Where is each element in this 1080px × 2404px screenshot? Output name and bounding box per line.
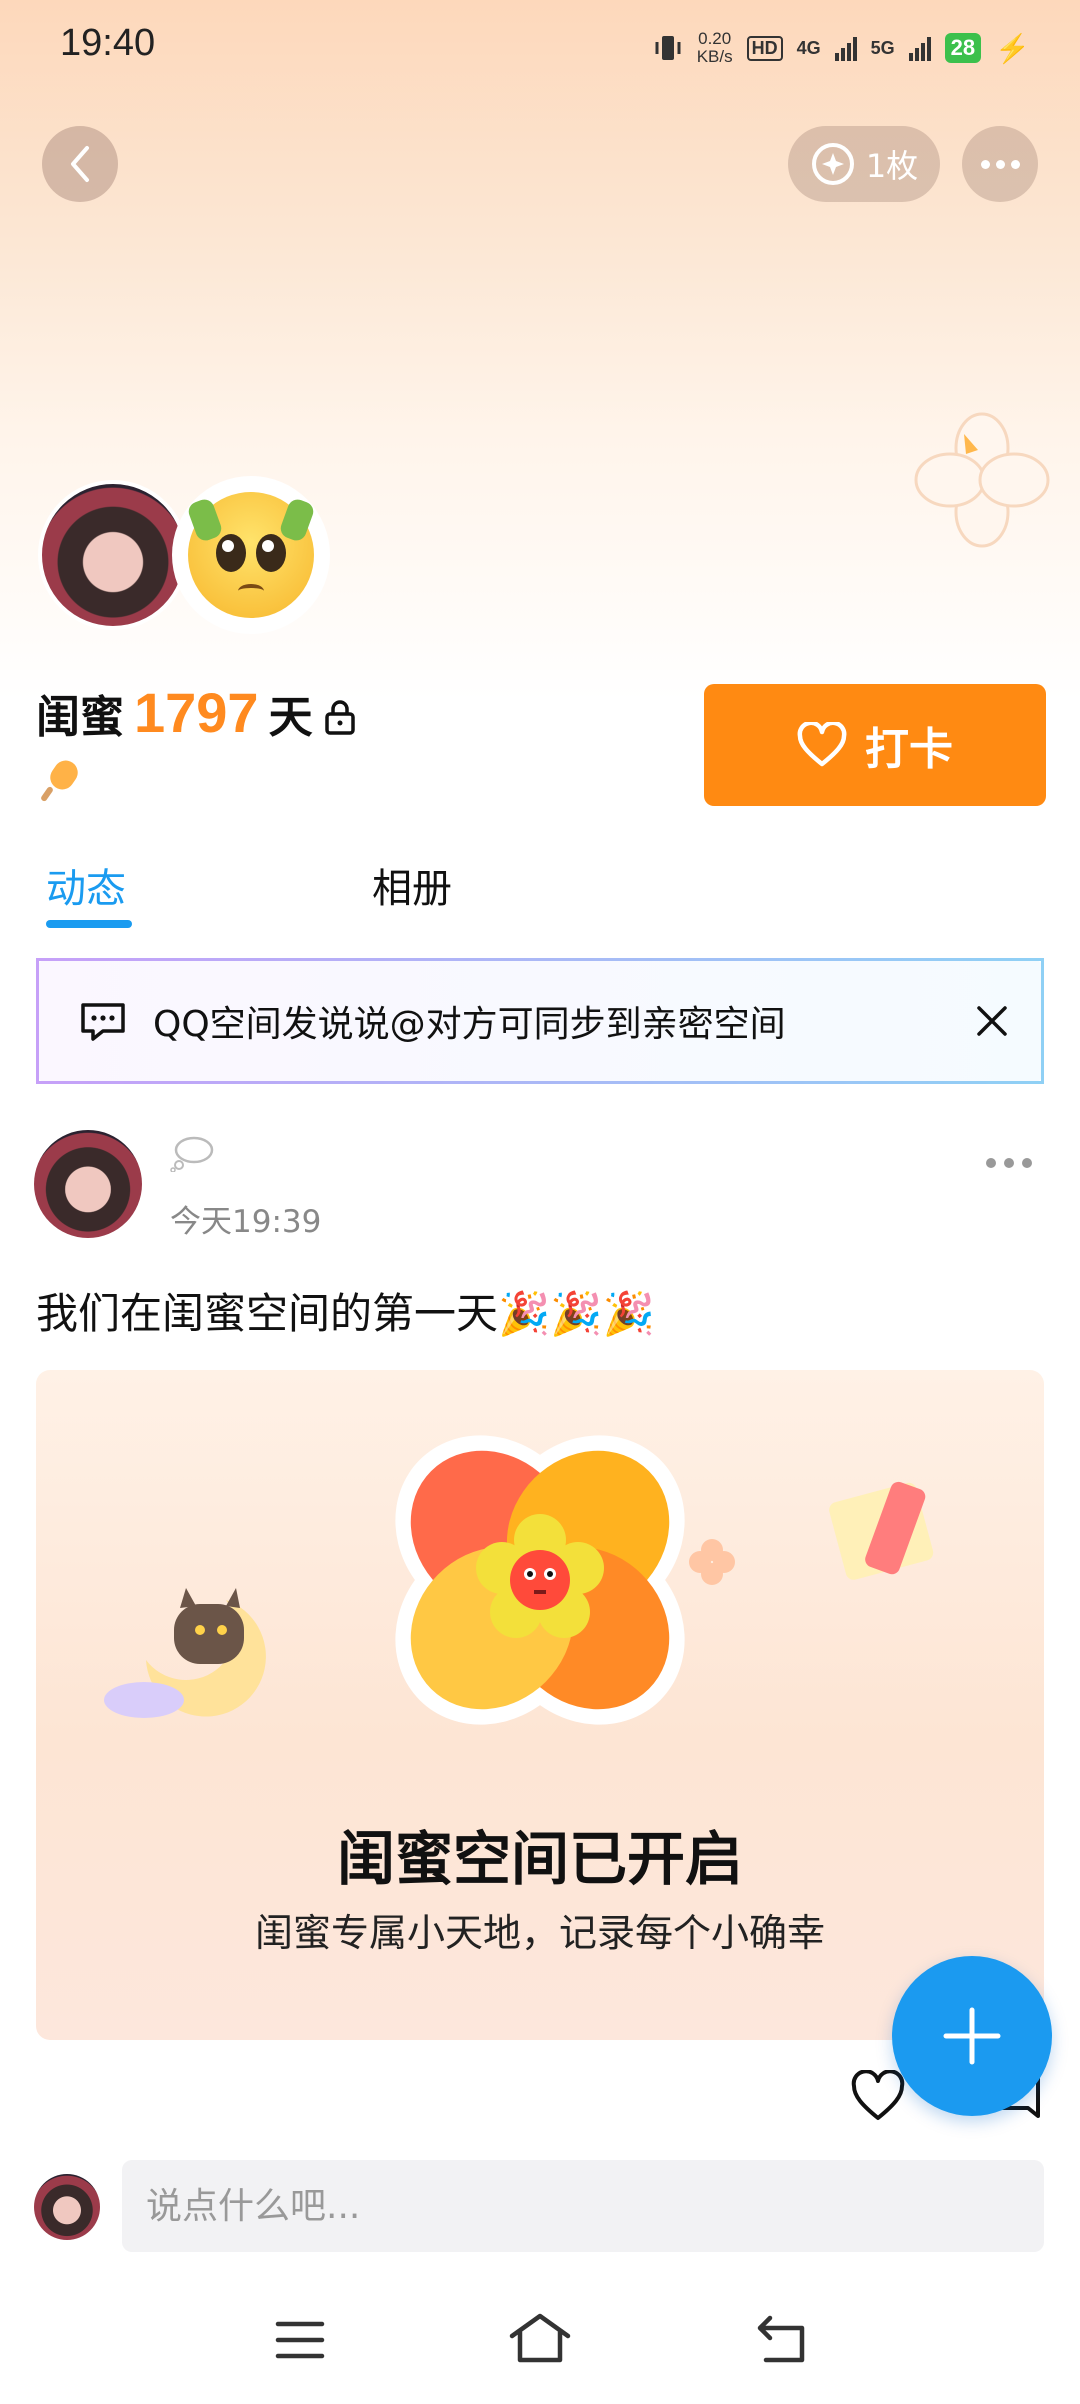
signal-icon-2 [908,35,931,61]
post-text: 我们在闺蜜空间的第一天🎉🎉🎉 [36,1289,655,1338]
home-icon[interactable] [508,2312,572,2364]
post-author-avatar[interactable] [34,1130,142,1238]
relation-label: 闺蜜 [36,692,124,743]
message-icon [81,1003,125,1041]
badge-icon [811,143,854,185]
friend-avatar[interactable] [172,476,330,634]
more-dot [1010,159,1020,169]
more-dot [1022,1158,1032,1168]
comment-input[interactable] [122,2160,1044,2252]
pleading-face-icon [185,492,317,618]
close-icon[interactable] [975,1004,1009,1038]
card-title: 闺蜜空间已开启 [336,1825,743,1893]
days-count: 1797 [134,681,259,744]
nav-back-icon[interactable] [754,2314,810,2364]
more-dot [1004,1158,1014,1168]
badge-count: 1枚 [865,147,919,185]
relation-title: 闺蜜 1797 天 [36,680,357,745]
sim1-label: 4G [796,37,821,58]
status-time: 19:40 [60,22,156,64]
net-speed-value: 0.20 [698,29,732,48]
thought-bubble-icon [170,1136,214,1172]
commenter-avatar [34,2174,100,2240]
chevron-left-icon [71,146,89,182]
more-dot [986,1158,996,1168]
more-button[interactable] [962,126,1038,202]
like-heart-icon[interactable] [850,2070,906,2122]
hd-icon: HD [746,35,783,61]
status-icons: 0.20 KB/s HD 4G 5G 28 ⚡ [653,30,1030,66]
badge-button[interactable]: 1枚 [788,126,940,202]
more-dot [995,159,1005,169]
user-avatar[interactable] [38,480,188,630]
sim2-label: 5G [870,37,895,58]
card-subtitle: 闺蜜专属小天地，记录每个小确幸 [254,1911,825,1955]
menu-icon[interactable] [274,2318,326,2362]
clover-decoration [914,412,1050,548]
checkin-label: 打卡 [865,724,953,775]
add-post-button[interactable] [892,1956,1052,2116]
post-more-button[interactable] [986,1158,1032,1168]
card-illustration [104,1435,934,1725]
plus-icon [943,2007,1001,2065]
tab-album[interactable]: 相册 [372,856,452,914]
tab-active-indicator [46,920,132,928]
lock-icon[interactable] [323,698,357,736]
signal-icon-1 [834,35,857,61]
tab-feed[interactable]: 动态 [46,856,126,914]
back-button[interactable] [42,126,118,202]
tip-text: QQ空间发说说@对方可同步到亲密空间 [153,1004,786,1045]
post-timestamp: 今天19:39 [170,1204,322,1240]
vibrate-icon [655,36,681,60]
battery-icon: 28 [944,33,982,63]
more-dot [980,159,990,169]
net-speed-unit: KB/s [696,47,733,66]
net-speed: 0.20 KB/s [697,30,733,66]
heart-icon [797,722,847,767]
checkin-button[interactable]: 打卡 [704,684,1046,806]
charging-icon: ⚡ [995,32,1030,64]
popsicle-icon [41,760,78,802]
days-unit: 天 [268,692,313,743]
sync-tip-banner: QQ空间发说说@对方可同步到亲密空间 [36,958,1044,1084]
